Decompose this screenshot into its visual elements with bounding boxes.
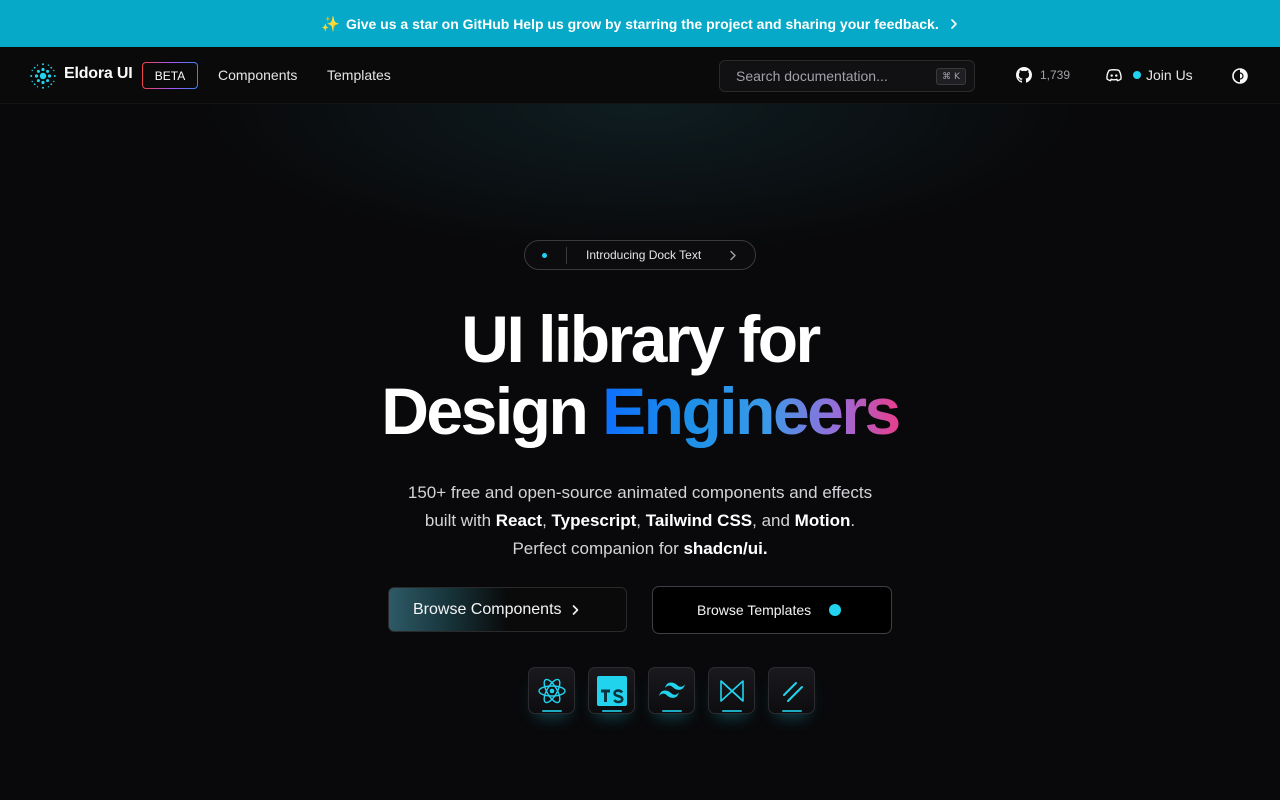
- templates-indicator-dot: [829, 604, 842, 616]
- browse-templates-label: Browse Templates: [697, 602, 812, 618]
- pill-divider: [566, 247, 567, 264]
- nav-link-components[interactable]: Components: [218, 67, 297, 83]
- tailwind-logo-icon: [658, 682, 685, 698]
- github-link[interactable]: 1,739: [1016, 67, 1070, 83]
- sub-react: React: [495, 511, 543, 530]
- theme-toggle-icon[interactable]: [1231, 67, 1249, 85]
- headline-plain: Design: [381, 374, 603, 448]
- motion-icon: [708, 667, 755, 714]
- search-input[interactable]: Search documentation... ⌘ K: [719, 60, 975, 92]
- announcement-banner[interactable]: ✨ Give us a star on GitHub Help us grow …: [0, 0, 1280, 47]
- browse-templates-button[interactable]: Browse Templates: [652, 586, 892, 634]
- hero-glow: [200, 104, 1080, 254]
- chevron-right-icon: [730, 250, 736, 261]
- pill-text: Introducing Dock Text: [586, 248, 702, 262]
- sub-tailwind: Tailwind CSS: [645, 511, 753, 530]
- sub-text: Perfect companion for: [512, 539, 684, 558]
- discord-join-link[interactable]: Join Us: [1105, 67, 1193, 83]
- sub-sep: , and: [752, 511, 795, 530]
- search-shortcut: ⌘ K: [936, 68, 966, 85]
- hero-subtitle-line1: 150+ free and open-source animated compo…: [407, 483, 873, 502]
- shadcn-icon: [768, 667, 815, 714]
- sub-sep: ,: [636, 511, 646, 530]
- join-us-label: Join Us: [1146, 67, 1193, 83]
- sub-typescript: Typescript: [551, 511, 637, 530]
- hero-headline-line2: Design Engineers: [0, 376, 1280, 446]
- search-placeholder: Search documentation...: [736, 68, 888, 84]
- sub-sep: ,: [542, 511, 552, 530]
- sparkle-icon: ✨: [321, 15, 340, 33]
- top-nav: Eldora UI BETA Components Templates Sear…: [0, 47, 1280, 104]
- online-status-dot: [1133, 71, 1141, 79]
- banner-text: Give us a star on GitHub Help us grow by…: [345, 15, 939, 32]
- nav-link-templates[interactable]: Templates: [327, 67, 391, 83]
- browse-components-button[interactable]: Browse Components: [388, 587, 627, 632]
- headline-gradient-word: Engineers: [602, 374, 901, 448]
- react-logo-icon: [537, 678, 566, 703]
- hero-subtitle-line2: built with React, Typescript, Tailwind C…: [0, 507, 1280, 535]
- discord-icon: [1106, 69, 1122, 82]
- sub-end: .: [850, 511, 856, 530]
- shadcn-logo-icon: [782, 681, 803, 702]
- browse-components-label: Browse Components: [413, 600, 562, 618]
- announcement-pill[interactable]: Introducing Dock Text: [524, 240, 756, 270]
- sub-shadcn: shadcn/ui.: [683, 539, 768, 558]
- hero-subtitle-line3: Perfect companion for shadcn/ui.: [0, 535, 1280, 563]
- chevron-right-icon: [950, 18, 957, 29]
- typescript-icon: [588, 667, 635, 714]
- react-icon: [528, 667, 575, 714]
- eldora-logo-icon[interactable]: [28, 61, 58, 91]
- github-icon: [1016, 67, 1032, 83]
- typescript-logo-icon: [596, 675, 627, 706]
- sub-text: built with: [424, 511, 496, 530]
- pill-dot: [542, 253, 547, 258]
- motion-logo-icon: [719, 679, 744, 702]
- beta-badge-label: BETA: [143, 63, 197, 88]
- brand-name[interactable]: Eldora UI: [64, 65, 133, 83]
- chevron-right-icon: [572, 604, 578, 615]
- github-star-count: 1,739: [1040, 68, 1071, 82]
- sub-motion: Motion: [794, 511, 851, 530]
- hero-headline-line1: UI library for: [461, 302, 821, 376]
- beta-badge: BETA: [142, 62, 198, 89]
- tailwind-icon: [648, 667, 695, 714]
